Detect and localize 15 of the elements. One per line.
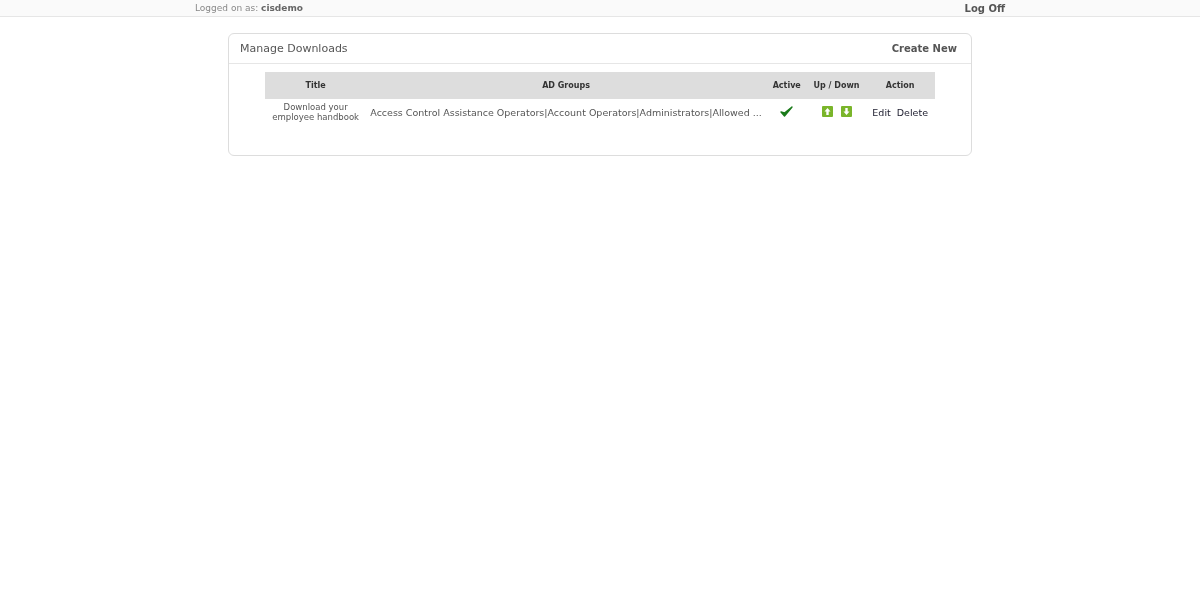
- create-new-link[interactable]: Create New: [891, 43, 957, 54]
- down-arrow-icon[interactable]: [840, 105, 852, 117]
- column-header: AD Groups: [366, 72, 766, 99]
- column-header: Active: [765, 72, 808, 99]
- title-cell: Download your employee handbook: [265, 99, 367, 126]
- ad-groups-cell: Access Control Assistance Operators|Account Operators|Administrators|Allowed ...: [366, 99, 766, 126]
- delete-link[interactable]: Delete: [896, 106, 928, 118]
- up-arrow-icon[interactable]: [821, 105, 833, 117]
- log-off-link[interactable]: Log Off: [964, 2, 1005, 14]
- column-header: Action: [865, 72, 935, 99]
- column-header: Up / Down: [807, 72, 866, 99]
- panel-title: Manage Downloads: [240, 42, 348, 55]
- column-header: Title: [265, 72, 367, 99]
- logged-on-text: Logged on as: cisdemo: [195, 3, 303, 13]
- edit-link[interactable]: Edit: [872, 106, 891, 118]
